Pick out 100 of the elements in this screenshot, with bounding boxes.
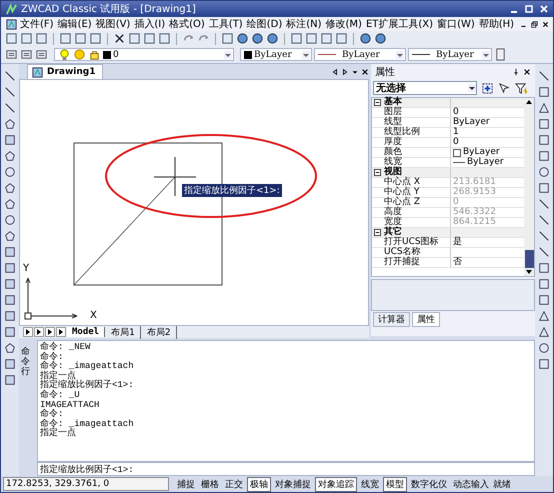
lineweight-dropdown[interactable]: ByLayer xyxy=(408,48,492,61)
property-name: 打开UCS图标 xyxy=(383,238,440,247)
pentagon-icon[interactable] xyxy=(4,118,16,130)
drawing-tab[interactable]: Drawing1 xyxy=(27,64,102,79)
previous-page-icon[interactable] xyxy=(34,327,44,337)
menu-item[interactable]: 窗口(W) xyxy=(435,17,477,31)
dynamic-input-tooltip: 指定缩放比例因子<1>: xyxy=(182,184,282,197)
line-icon[interactable] xyxy=(538,198,550,210)
property-value[interactable]: 0 xyxy=(453,138,459,147)
menu-item[interactable]: ET扩展工具(X) xyxy=(364,17,436,31)
menu-item[interactable]: 插入(I) xyxy=(132,17,168,31)
status-toggle[interactable]: 栅格 xyxy=(199,478,221,490)
scrollbar[interactable] xyxy=(524,98,534,276)
dropdown-arrow-icon[interactable] xyxy=(468,84,476,92)
menu-item[interactable]: 视图(V) xyxy=(94,17,132,31)
property-value[interactable]: 0 xyxy=(453,108,459,117)
dropdown-arrow-icon[interactable] xyxy=(482,50,490,58)
collapse-toggle-icon[interactable] xyxy=(374,99,381,106)
menu-item[interactable]: 标注(N) xyxy=(284,17,324,31)
property-name: 宽度 xyxy=(383,218,403,227)
panel-title: 属性 xyxy=(375,66,395,78)
menu-item[interactable]: 格式(O) xyxy=(167,17,207,31)
property-name: 图层 xyxy=(383,108,403,117)
status-toggle[interactable]: 极轴 xyxy=(247,476,271,492)
status-toggle[interactable]: 动态输入 xyxy=(451,478,491,490)
history-line: 命令: _U xyxy=(40,390,81,401)
line-sample-icon xyxy=(453,162,465,163)
status-toggle[interactable]: 线宽 xyxy=(359,478,381,490)
menu-item[interactable]: 编辑(E) xyxy=(56,17,94,31)
scroll-right-icon[interactable] xyxy=(341,68,349,76)
menu-item[interactable]: 帮助(H) xyxy=(476,17,516,31)
status-toggle[interactable]: 正交 xyxy=(223,478,245,490)
mirror-icon[interactable] xyxy=(538,102,550,114)
menu-item[interactable]: 文件(F) xyxy=(18,17,56,31)
last-page-icon[interactable] xyxy=(56,327,66,337)
panel-tab[interactable]: 属性 xyxy=(412,312,440,327)
property-name: 线型 xyxy=(383,118,402,127)
layout-tab[interactable]: 布局1 xyxy=(106,326,141,338)
layer-icon[interactable] xyxy=(20,48,33,61)
property-value[interactable]: ByLayer xyxy=(453,118,490,127)
layer-icon[interactable] xyxy=(35,48,48,61)
dropdown-arrow-icon[interactable] xyxy=(302,50,310,58)
property-value[interactable]: 是 xyxy=(453,238,462,247)
line-icon[interactable] xyxy=(4,86,16,98)
menu-item[interactable]: 绘图(D) xyxy=(244,17,284,31)
layer-dropdown[interactable]: 0 xyxy=(54,48,234,61)
property-name: 中心点 Z xyxy=(383,198,422,207)
document-icon[interactable] xyxy=(5,18,18,30)
status-toggle[interactable]: 数字化仪 xyxy=(409,478,449,490)
drawing-canvas[interactable]: 指定缩放比例因子<1>: Y X xyxy=(19,79,369,326)
layout-tab[interactable]: 布局2 xyxy=(142,326,177,338)
color-dropdown[interactable]: ByLayer xyxy=(240,48,312,61)
close-icon[interactable] xyxy=(523,68,531,76)
collapse-toggle-icon[interactable] xyxy=(374,169,381,176)
maximize-icon[interactable] xyxy=(524,4,534,14)
layout-tab[interactable]: Model xyxy=(67,327,106,337)
eraser-icon[interactable] xyxy=(538,70,550,82)
next-page-icon[interactable] xyxy=(45,327,55,337)
close-icon[interactable] xyxy=(361,68,369,76)
cut-icon[interactable] xyxy=(113,32,126,45)
menu-item[interactable]: 工具(T) xyxy=(206,17,245,31)
status-toggle[interactable]: 模型 xyxy=(383,476,407,492)
ellipse-icon[interactable] xyxy=(4,214,16,226)
restore-icon[interactable] xyxy=(531,20,538,28)
command-input[interactable]: 指定缩放比例因子<1>: xyxy=(37,462,535,476)
history-line: 指定一点 xyxy=(40,372,76,381)
filter-icon[interactable] xyxy=(515,82,528,94)
layer-icon[interactable] xyxy=(5,48,18,61)
menu-item[interactable]: 修改(M) xyxy=(324,17,364,31)
selection-dropdown[interactable]: 无选择 xyxy=(373,81,477,95)
x-axis-label: X xyxy=(90,310,97,321)
property-value[interactable]: ByLayer xyxy=(463,148,500,157)
line-icon[interactable] xyxy=(4,70,16,82)
polyline-icon[interactable] xyxy=(4,102,16,114)
status-toggle[interactable]: 对象捕捉 xyxy=(273,478,313,490)
history-line: IMAGEATTACH xyxy=(40,400,100,410)
property-value[interactable]: 1 xyxy=(453,128,459,137)
pick-icon[interactable] xyxy=(498,82,511,94)
circle-icon[interactable] xyxy=(538,342,550,354)
select-objects-icon[interactable] xyxy=(481,82,494,94)
section-title: 其它 xyxy=(384,228,403,237)
collapse-toggle-icon[interactable] xyxy=(374,229,381,236)
linetype-dropdown[interactable]: ByLayer xyxy=(314,48,406,61)
circle-icon[interactable] xyxy=(4,166,16,178)
dropdown-arrow-icon[interactable] xyxy=(224,50,232,58)
scroll-left-icon[interactable] xyxy=(331,68,339,76)
pin-icon[interactable] xyxy=(512,68,520,76)
property-value[interactable]: ByLayer xyxy=(467,158,504,167)
dropdown-arrow-icon[interactable] xyxy=(396,50,404,58)
first-page-icon[interactable] xyxy=(23,327,33,337)
scroll-thumb[interactable] xyxy=(524,250,534,268)
status-toggle[interactable]: 对象追踪 xyxy=(315,476,357,492)
close-icon[interactable] xyxy=(542,20,549,28)
section-title: 视图 xyxy=(384,168,402,177)
sun-icon xyxy=(73,48,86,61)
panel-tab[interactable]: 计算器 xyxy=(373,312,410,327)
status-toggle[interactable]: 捕捉 xyxy=(175,478,197,490)
property-value[interactable]: 否 xyxy=(453,258,462,267)
history-line: 命令: _imageattach xyxy=(40,362,135,372)
scroll-up-icon[interactable] xyxy=(525,98,533,106)
